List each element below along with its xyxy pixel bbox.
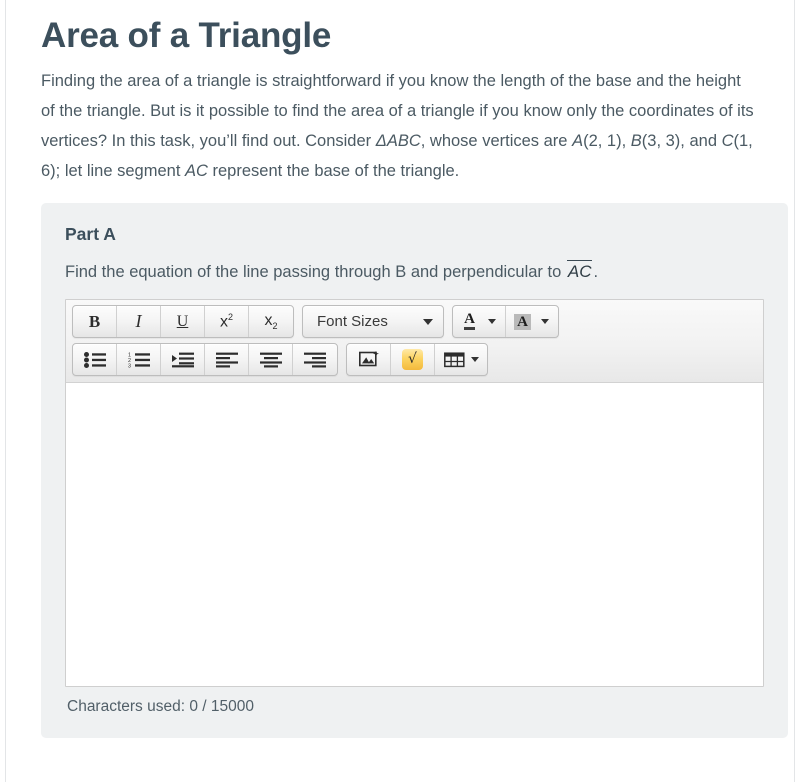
superscript-icon: x2: [219, 311, 233, 331]
square-root-icon: √: [402, 349, 423, 370]
list-align-group: 1 2 3: [72, 343, 338, 376]
part-a-prompt-period: .: [593, 263, 599, 281]
align-center-icon: [259, 352, 282, 367]
align-left-button[interactable]: [205, 344, 249, 375]
indent-icon: [171, 352, 194, 367]
color-controls-group: A A: [452, 305, 559, 338]
answer-textarea[interactable]: [66, 383, 763, 681]
font-size-select-label: Font Sizes: [317, 313, 388, 330]
chevron-down-icon: [423, 318, 433, 325]
background-color-icon: A: [514, 313, 531, 330]
toolbar-row-1: B I U x2 x2 Font Sizes A A: [72, 305, 758, 338]
page-title: Area of a Triangle: [41, 16, 332, 55]
numbered-list-button[interactable]: 1 2 3: [117, 344, 161, 375]
superscript-button[interactable]: x2: [205, 306, 249, 337]
bullet-list-button[interactable]: [73, 344, 117, 375]
bullet-list-icon: [83, 351, 106, 368]
bold-button[interactable]: B: [73, 306, 117, 337]
task-container: Area of a Triangle Finding the area of a…: [5, 0, 795, 782]
align-right-icon: [304, 352, 326, 367]
bold-icon: B: [88, 311, 101, 331]
task-content: Area of a Triangle Finding the area of a…: [6, 0, 794, 738]
numbered-list-icon: 1 2 3: [128, 352, 150, 368]
part-a-panel: Part A Find the equation of the line pas…: [41, 203, 788, 738]
text-color-icon: A: [464, 312, 475, 330]
subscript-button[interactable]: x2: [249, 306, 293, 337]
align-left-icon: [215, 352, 238, 367]
table-icon: [443, 351, 465, 367]
svg-text:3: 3: [128, 363, 131, 367]
image-icon: [358, 351, 379, 367]
table-chevron-down-icon[interactable]: [470, 357, 479, 362]
text-color-button[interactable]: A: [453, 306, 486, 337]
italic-icon: I: [135, 311, 142, 331]
align-center-button[interactable]: [249, 344, 293, 375]
text-color-chevron-down-icon[interactable]: [488, 319, 496, 324]
background-color-button[interactable]: A: [506, 306, 539, 337]
equation-button[interactable]: √: [391, 344, 435, 375]
part-a-heading: Part A: [65, 224, 116, 244]
font-size-select[interactable]: Font Sizes: [302, 305, 444, 338]
background-color-chevron-down-icon[interactable]: [541, 319, 549, 324]
character-count: Characters used: 0 / 15000: [67, 698, 254, 715]
segment-ac-overline: AC: [566, 260, 593, 281]
part-a-prompt: Find the equation of the line passing th…: [65, 260, 766, 284]
task-intro-paragraph: Finding the area of a triangle is straig…: [41, 72, 754, 180]
toolbar-row-2: 1 2 3 √: [72, 343, 758, 376]
rich-text-editor: B I U x2 x2 Font Sizes A A 1 2 3 √: [65, 299, 764, 687]
subscript-icon: x2: [264, 311, 278, 332]
italic-button[interactable]: I: [117, 306, 161, 337]
insert-group: √: [346, 343, 488, 376]
part-a-prompt-text: Find the equation of the line passing th…: [65, 263, 566, 281]
insert-image-button[interactable]: [347, 344, 391, 375]
underline-icon: U: [176, 312, 189, 330]
align-right-button[interactable]: [293, 344, 337, 375]
underline-button[interactable]: U: [161, 306, 205, 337]
editor-toolbar: B I U x2 x2 Font Sizes A A 1 2 3 √: [66, 300, 763, 383]
indent-button[interactable]: [161, 344, 205, 375]
text-style-group: B I U x2 x2: [72, 305, 294, 338]
insert-table-button[interactable]: [435, 344, 487, 375]
